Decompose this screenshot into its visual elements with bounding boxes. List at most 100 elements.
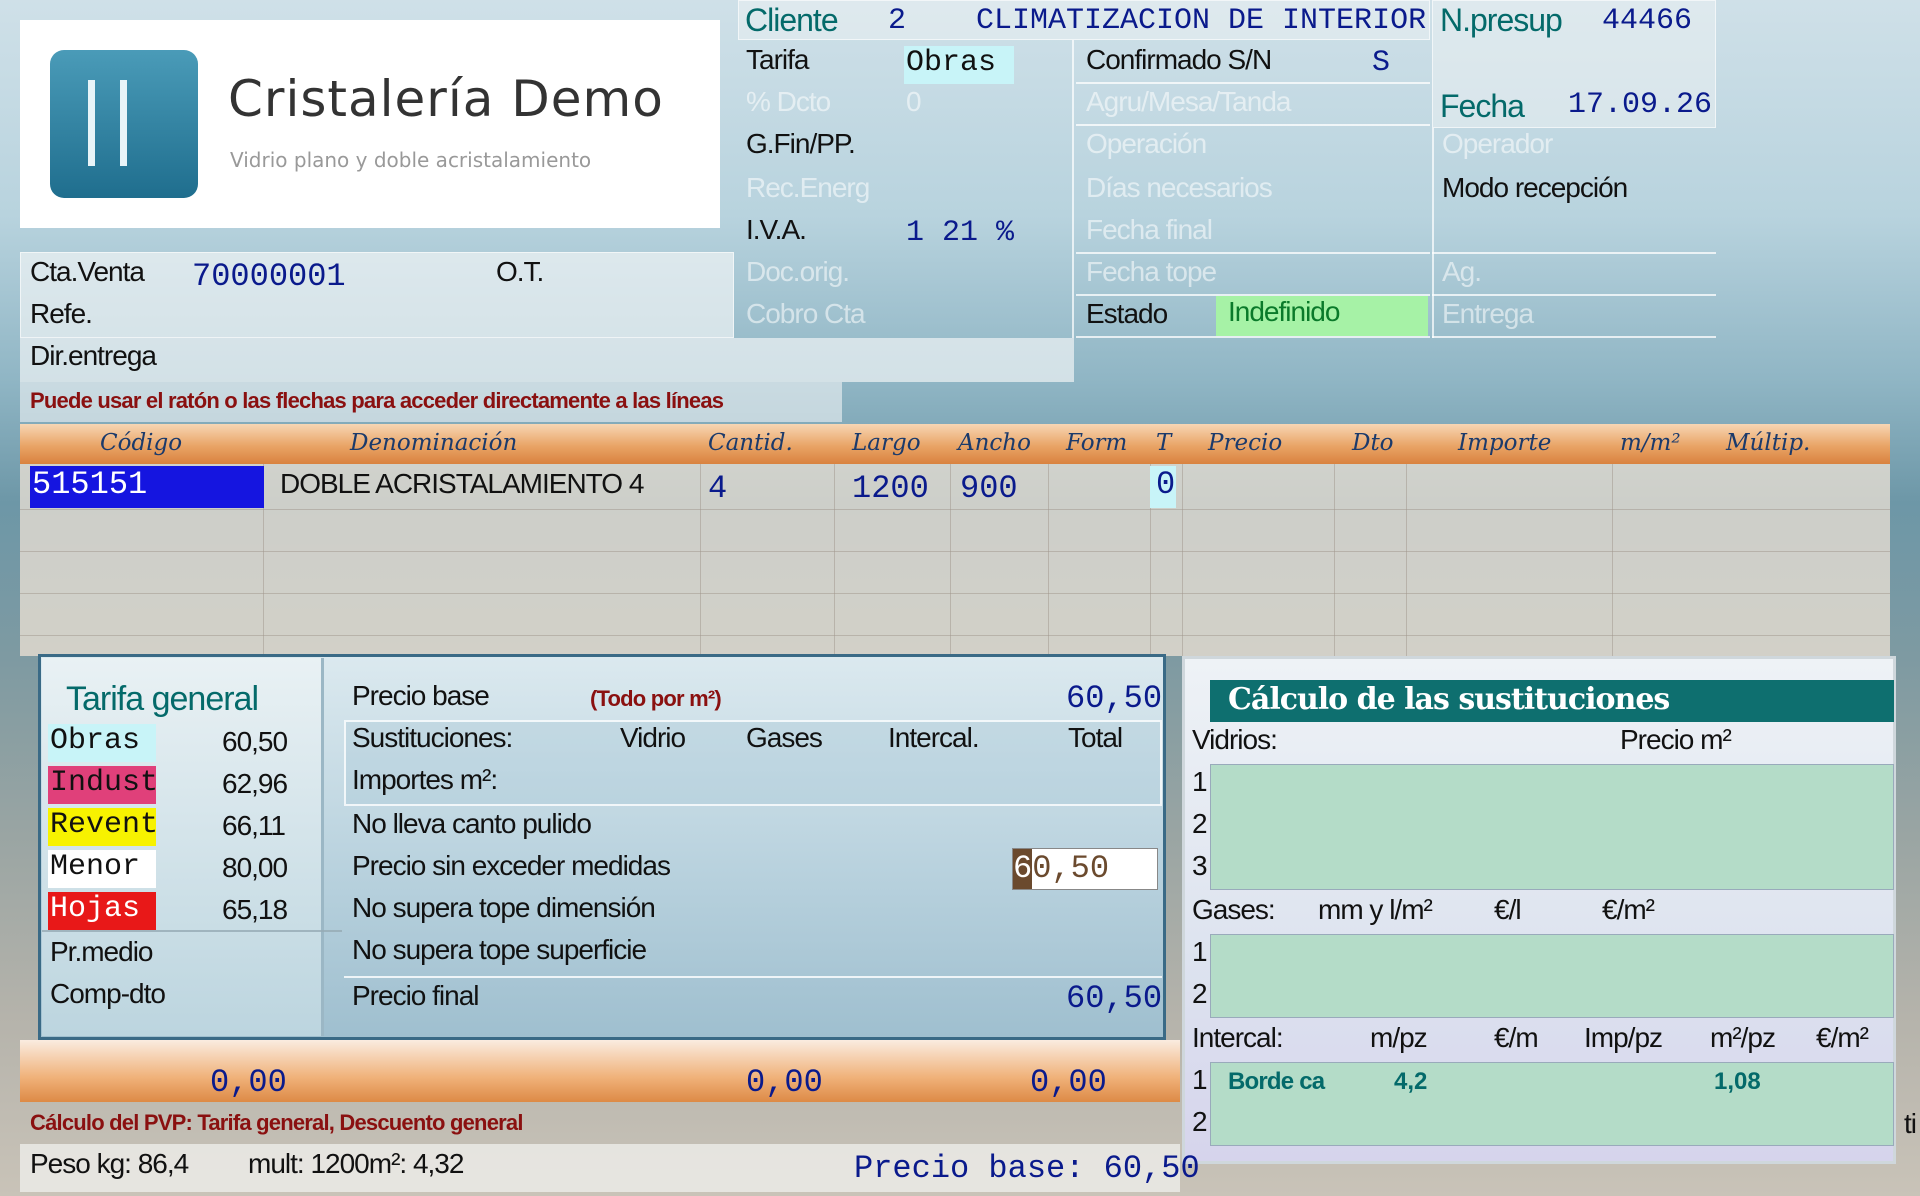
ctaventa-label: Cta.Venta bbox=[30, 256, 145, 287]
row1-denominacion[interactable]: DOBLE ACRISTALAMIENTO 4 bbox=[280, 468, 644, 500]
col-cantid[interactable]: Cantid. bbox=[708, 430, 793, 456]
intercal-row-1-name[interactable]: Borde ca bbox=[1228, 1068, 1325, 1096]
sust-gases: Gases bbox=[746, 722, 823, 753]
iva-label: I.V.A. bbox=[746, 214, 807, 245]
cliente-name[interactable]: CLIMATIZACION DE INTERIOR bbox=[976, 4, 1426, 38]
edge-text: ti bbox=[1904, 1108, 1917, 1139]
company-name: Cristalería Demo bbox=[228, 70, 664, 128]
sust-intercal: Intercal. bbox=[888, 722, 980, 753]
estado-value[interactable]: Indefinido bbox=[1216, 296, 1428, 336]
intercal-col-mpz: m/pz bbox=[1370, 1022, 1428, 1053]
col-t[interactable]: T bbox=[1156, 430, 1171, 456]
tarifa-item-indust[interactable]: Indust bbox=[48, 766, 158, 804]
col-multip[interactable]: Múltip. bbox=[1726, 430, 1810, 456]
logo-box: Cristalería Demo Vidrio plano y doble ac… bbox=[20, 20, 720, 228]
vidrio-row-2: 2 bbox=[1192, 808, 1208, 839]
dcto-value[interactable]: 0 bbox=[906, 86, 922, 118]
ctaventa-value[interactable]: 70000001 bbox=[192, 258, 346, 295]
intercal-row-1-m2pz[interactable]: 1,08 bbox=[1714, 1068, 1761, 1096]
operacion-label: Operación bbox=[1086, 128, 1207, 159]
intercal-col-m2pz: m²/pz bbox=[1710, 1022, 1776, 1053]
tarifa-title: Tarifa general bbox=[66, 680, 259, 718]
total-3: 0,00 bbox=[1030, 1064, 1107, 1101]
dias-label: Días necesarios bbox=[1086, 172, 1273, 203]
gas-row-2: 2 bbox=[1192, 978, 1208, 1009]
cobro-label: Cobro Cta bbox=[746, 298, 866, 329]
vidrios-label: Vidrios: bbox=[1192, 724, 1278, 755]
vidrio-row-1: 1 bbox=[1192, 766, 1208, 797]
operador-label: Operador bbox=[1442, 128, 1553, 159]
entrega-label: Entrega bbox=[1442, 298, 1534, 329]
calc-pvp-text: Cálculo del PVP: Tarifa general, Descuen… bbox=[30, 1110, 523, 1135]
tarifa-value-menor: 80,00 bbox=[222, 852, 288, 883]
tope-sup-label: No supera tope superficie bbox=[352, 934, 647, 965]
tarifa-item-hojas[interactable]: Hojas bbox=[48, 892, 156, 930]
mult-text: mult: 1200m²: 4,32 bbox=[248, 1148, 464, 1179]
tarifa-value[interactable]: Obras bbox=[904, 46, 1014, 84]
col-denominacion[interactable]: Denominación bbox=[350, 430, 517, 456]
col-mm2[interactable]: m/m² bbox=[1620, 430, 1681, 456]
cliente-number[interactable]: 2 bbox=[888, 4, 906, 38]
sin-exceder-label: Precio sin exceder medidas bbox=[352, 850, 671, 881]
total-1: 0,00 bbox=[210, 1064, 287, 1101]
col-largo[interactable]: Largo bbox=[852, 430, 921, 456]
tope-dim-label: No supera tope dimensión bbox=[352, 892, 656, 923]
peso-text: Peso kg: 86,4 bbox=[30, 1148, 189, 1179]
gases-col-em2: €/m² bbox=[1602, 894, 1655, 925]
tarifa-item-menor[interactable]: Menor bbox=[48, 850, 156, 888]
precio-base-status: Precio base: 60,50 bbox=[854, 1150, 1200, 1187]
intercal-label: Intercal: bbox=[1192, 1022, 1284, 1053]
col-form[interactable]: Form bbox=[1066, 430, 1127, 456]
col-codigo[interactable]: Código bbox=[100, 430, 182, 456]
tarifa-value-indust: 62,96 bbox=[222, 768, 288, 799]
direntrega-row bbox=[20, 338, 1074, 382]
intercal-col-em: €/m bbox=[1494, 1022, 1539, 1053]
col-importe[interactable]: Importe bbox=[1458, 430, 1551, 456]
tarifa-item-obras[interactable]: Obras bbox=[48, 724, 156, 762]
vidrio-row-3: 3 bbox=[1192, 850, 1208, 881]
row1-ancho[interactable]: 900 bbox=[960, 470, 1018, 507]
row1-cantid[interactable]: 4 bbox=[708, 470, 727, 507]
fechafinal-label: Fecha final bbox=[1086, 214, 1213, 245]
sin-exceder-input[interactable]: 60,50 bbox=[1012, 848, 1158, 890]
direntrega-label: Dir.entrega bbox=[30, 340, 157, 371]
row1-largo[interactable]: 1200 bbox=[852, 470, 929, 507]
agru-label: Agru/Mesa/Tanda bbox=[1086, 86, 1291, 117]
confirmado-value[interactable]: S bbox=[1372, 46, 1390, 80]
docorig-label: Doc.orig. bbox=[746, 256, 850, 287]
npresup-value[interactable]: 44466 bbox=[1602, 4, 1692, 38]
sin-exceder-rest: 0,50 bbox=[1032, 850, 1110, 887]
row1-codigo[interactable]: 515151 bbox=[30, 466, 264, 508]
intercal-row-2-num: 2 bbox=[1192, 1106, 1208, 1137]
ot-label: O.T. bbox=[496, 256, 544, 287]
total-2: 0,00 bbox=[746, 1064, 823, 1101]
intercal-col-em2: €/m² bbox=[1816, 1022, 1869, 1053]
fecha-value[interactable]: 17.09.26 bbox=[1568, 88, 1712, 122]
calc-title: Cálculo de las sustituciones bbox=[1228, 682, 1670, 717]
intercal-row-1-mpz[interactable]: 4,2 bbox=[1394, 1068, 1427, 1096]
fecha-label: Fecha bbox=[1440, 88, 1525, 124]
precio-m2-label: Precio m² bbox=[1620, 724, 1732, 755]
col-dto[interactable]: Dto bbox=[1352, 430, 1394, 456]
precio-base-value[interactable]: 60,50 bbox=[1066, 680, 1162, 717]
precio-final-label: Precio final bbox=[352, 980, 480, 1011]
col-precio[interactable]: Precio bbox=[1208, 430, 1282, 456]
tarifa-value-revent: 66,11 bbox=[222, 810, 286, 841]
modo-label: Modo recepción bbox=[1442, 172, 1628, 203]
npresup-label: N.presup bbox=[1440, 2, 1563, 38]
hint-text: Puede usar el ratón o las flechas para a… bbox=[30, 388, 724, 413]
tarifa-item-revent[interactable]: Revent bbox=[48, 808, 158, 846]
tarifa-label: Tarifa bbox=[746, 44, 809, 75]
row1-t[interactable]: 0 bbox=[1150, 466, 1176, 508]
precio-final-value[interactable]: 60,50 bbox=[1066, 980, 1162, 1017]
compdto-label: Comp-dto bbox=[50, 978, 166, 1009]
estado-label: Estado bbox=[1086, 298, 1168, 329]
importes-label: Importes m²: bbox=[352, 764, 498, 795]
cliente-label: Cliente bbox=[745, 2, 839, 38]
sust-total: Total bbox=[1068, 722, 1123, 753]
canto-label: No lleva canto pulido bbox=[352, 808, 592, 839]
prmedio-label: Pr.medio bbox=[50, 936, 153, 967]
col-ancho[interactable]: Ancho bbox=[958, 430, 1031, 456]
company-tagline: Vidrio plano y doble acristalamiento bbox=[230, 148, 592, 172]
iva-value[interactable]: 1 21 % bbox=[906, 216, 1014, 250]
